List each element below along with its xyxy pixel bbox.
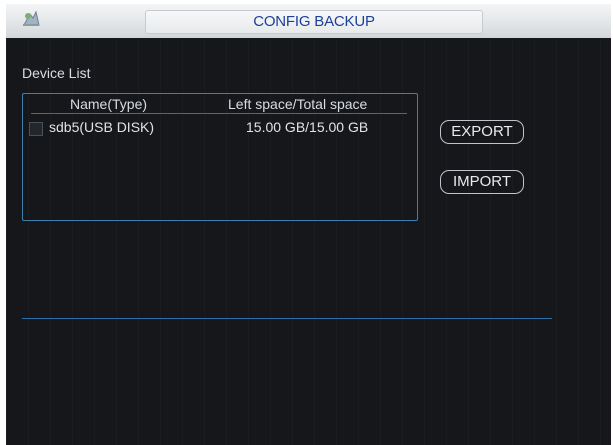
header-divider — [31, 113, 407, 114]
row-checkbox[interactable] — [29, 122, 43, 136]
device-space-cell: 15.00 GB/15.00 GB — [246, 119, 369, 135]
export-button[interactable]: EXPORT — [440, 120, 524, 144]
column-header-name[interactable]: Name(Type) — [70, 96, 147, 112]
device-list-table: Name(Type) Left space/Total space sdb5(U… — [22, 93, 418, 221]
column-header-space[interactable]: Left space/Total space — [228, 96, 367, 112]
window-title: CONFIG BACKUP — [253, 13, 375, 30]
section-divider — [22, 318, 552, 319]
device-list-label: Device List — [22, 65, 91, 81]
config-backup-window: CONFIG BACKUP Device List Name(Type) Lef… — [6, 4, 611, 445]
device-name-cell: sdb5(USB DISK) — [49, 119, 155, 135]
import-button[interactable]: IMPORT — [440, 170, 524, 194]
config-icon — [20, 8, 42, 30]
title-bar: CONFIG BACKUP — [6, 4, 611, 38]
